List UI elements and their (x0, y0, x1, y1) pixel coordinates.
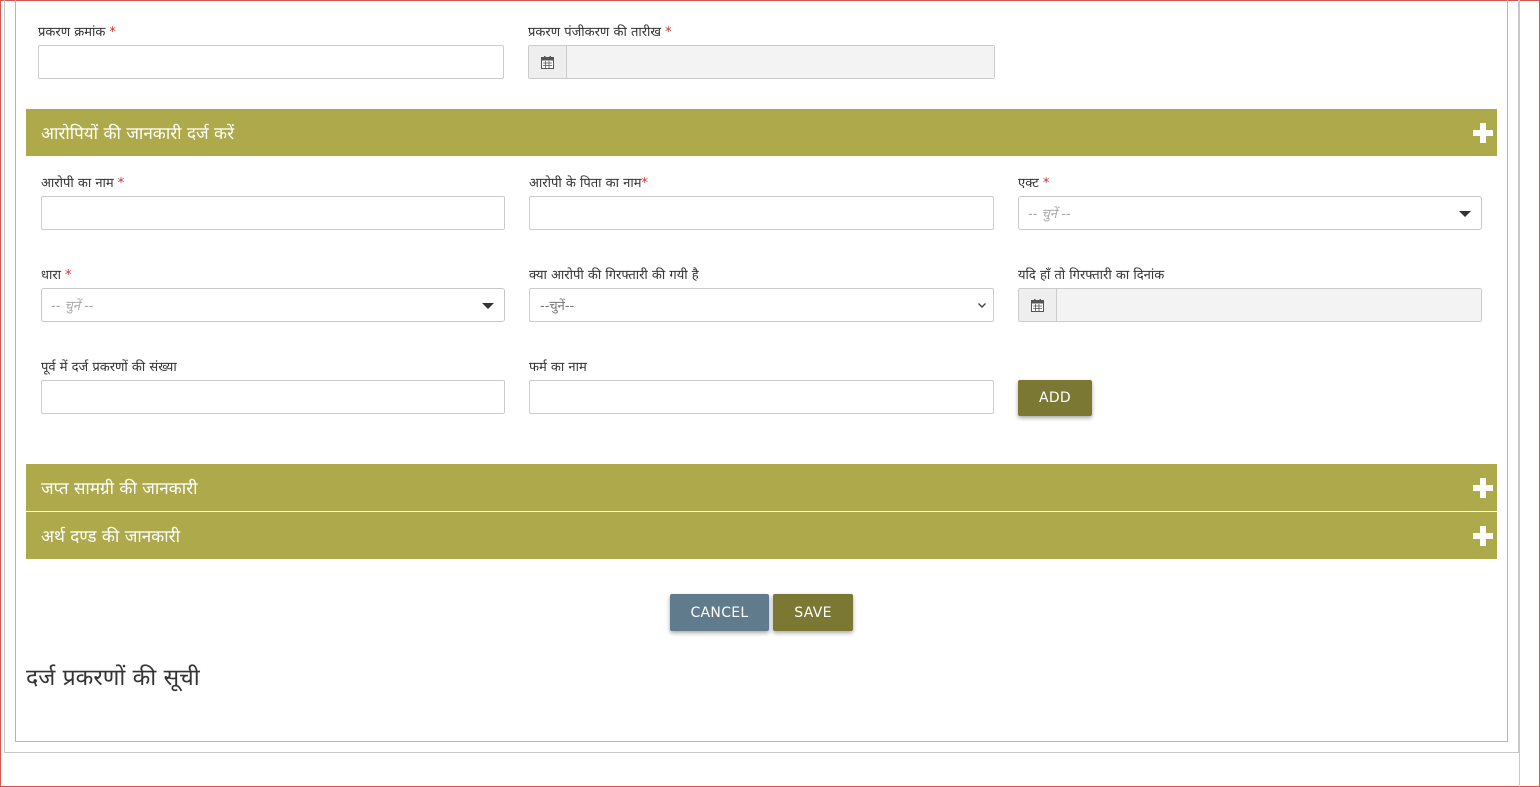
plus-icon[interactable] (1473, 525, 1493, 546)
save-button[interactable]: SAVE (773, 594, 853, 631)
section-label: धारा * (41, 265, 72, 283)
registration-date-label: प्रकरण पंजीकरण की तारीख * (528, 22, 672, 40)
registration-date-label-text: प्रकरण पंजीकरण की तारीख (528, 25, 662, 40)
section-select-placeholder: -- चुनें -- (51, 299, 94, 314)
firm-name-label: फर्म का नाम (529, 357, 587, 375)
plus-icon[interactable] (1473, 477, 1493, 498)
chevron-down-icon[interactable] (482, 303, 494, 309)
seized-material-panel-title: जप्त सामग्री की जानकारी (41, 479, 198, 499)
act-label: एक्ट * (1018, 173, 1049, 191)
fine-panel-header[interactable]: अर्थ दण्ड की जानकारी (26, 512, 1497, 559)
arrested-select-value: --चुनें-- (540, 299, 575, 314)
registration-date-input[interactable] (567, 46, 994, 78)
chevron-down-icon[interactable] (1459, 211, 1471, 217)
arrested-label-text: क्या आरोपी की गिरफ्तारी की गयी है (529, 268, 699, 283)
accused-name-input[interactable] (41, 196, 505, 230)
arrest-date-label-text: यदि हाँ तो गिरफ्तारी का दिनांक (1018, 268, 1165, 283)
plus-icon[interactable] (1473, 122, 1493, 143)
firm-name-input[interactable] (529, 380, 994, 414)
case-number-input[interactable] (38, 45, 504, 79)
arrest-date-input[interactable] (1057, 289, 1481, 321)
cancel-button[interactable]: CANCEL (670, 594, 769, 631)
previous-cases-label-text: पूर्व में दर्ज प्रकरणों की संख्या (41, 360, 177, 375)
fine-panel-title: अर्थ दण्ड की जानकारी (41, 527, 180, 547)
calendar-icon[interactable] (1019, 289, 1057, 321)
accused-name-label-text: आरोपी का नाम (41, 176, 114, 191)
father-name-input[interactable] (529, 196, 994, 230)
arrested-select[interactable]: --चुनें-- (529, 288, 994, 322)
case-number-label-text: प्रकरण क्रमांक (38, 25, 106, 40)
registration-date-field[interactable] (528, 45, 995, 79)
previous-cases-input[interactable] (41, 380, 505, 414)
firm-name-label-text: फर्म का नाम (529, 360, 587, 375)
required-mark: * (109, 25, 116, 40)
scrollbar-track[interactable] (1519, 0, 1540, 787)
arrest-date-field[interactable] (1018, 288, 1482, 322)
add-accused-button[interactable]: ADD (1018, 380, 1092, 416)
act-select-placeholder: -- चुनें -- (1028, 207, 1071, 222)
case-number-label: प्रकरण क्रमांक * (38, 22, 116, 40)
act-label-text: एक्ट (1018, 176, 1039, 191)
calendar-icon[interactable] (529, 46, 567, 78)
required-mark: * (117, 176, 125, 191)
accused-panel-header[interactable]: आरोपियों की जानकारी दर्ज करें (26, 109, 1497, 156)
father-name-label-text: आरोपी के पिता का नाम (529, 176, 642, 191)
act-select[interactable]: -- चुनें -- (1018, 196, 1482, 230)
required-mark: * (65, 268, 72, 283)
required-mark: * (1042, 176, 1050, 191)
required-mark: * (665, 25, 672, 40)
father-name-label: आरोपी के पिता का नाम* (529, 173, 648, 191)
required-mark: * (641, 176, 648, 191)
accused-panel-title: आरोपियों की जानकारी दर्ज करें (41, 124, 235, 144)
accused-name-label: आरोपी का नाम * (41, 173, 124, 191)
section-label-text: धारा (41, 268, 62, 283)
previous-cases-label: पूर्व में दर्ज प्रकरणों की संख्या (41, 357, 177, 375)
seized-material-panel-header[interactable]: जप्त सामग्री की जानकारी (26, 464, 1497, 511)
registered-cases-list-title: दर्ज प्रकरणों की सूची (26, 665, 200, 691)
section-select[interactable]: -- चुनें -- (41, 288, 505, 322)
arrested-label: क्या आरोपी की गिरफ्तारी की गयी है (529, 265, 699, 283)
chevron-down-icon[interactable] (977, 300, 987, 313)
arrest-date-label: यदि हाँ तो गिरफ्तारी का दिनांक (1018, 265, 1164, 283)
